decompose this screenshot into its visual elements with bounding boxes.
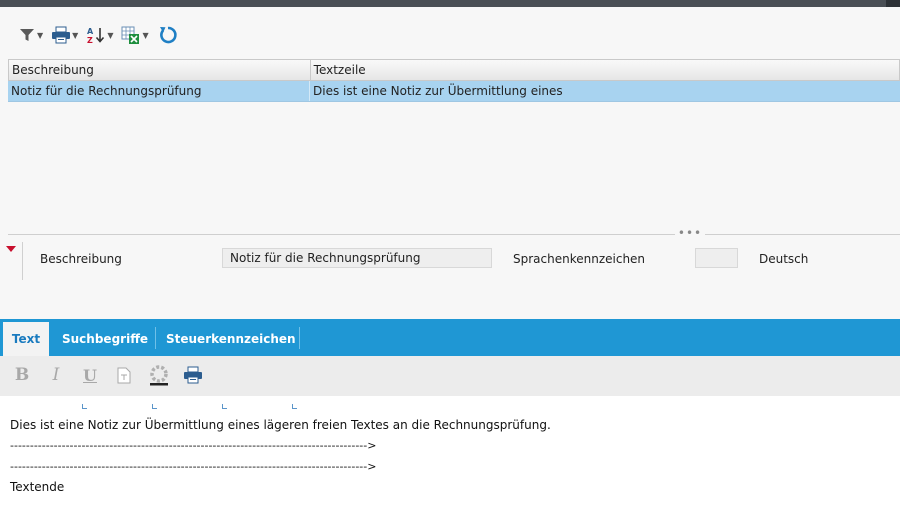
color-icon (150, 365, 168, 386)
tab-steuerkennzeichen[interactable]: Steuerkennzeichen (166, 322, 296, 356)
tab-stop-icon (82, 404, 87, 409)
column-header-textzeile[interactable]: Textzeile (311, 60, 900, 80)
text-editor[interactable]: Dies ist eine Notiz zur Übermittlung ein… (0, 396, 900, 524)
underline-button[interactable]: U (80, 364, 100, 386)
editor-print-button[interactable] (182, 364, 204, 386)
format-button[interactable] (114, 364, 134, 386)
print-button[interactable]: ▼ (49, 23, 80, 47)
form-divider (22, 242, 23, 280)
editor-line: Dies ist eine Notiz zur Übermittlung ein… (10, 418, 551, 432)
refresh-button[interactable] (155, 23, 181, 47)
svg-text:Z: Z (87, 36, 93, 45)
italic-button[interactable]: I (46, 364, 66, 386)
splitter-line (8, 234, 900, 235)
tab-text[interactable]: Text (3, 322, 49, 356)
tab-suchbegriffe[interactable]: Suchbegriffe (62, 322, 148, 356)
column-header-beschreibung[interactable]: Beschreibung (9, 60, 311, 80)
cell-beschreibung: Notiz für die Rechnungsprüfung (8, 81, 310, 101)
chevron-down-icon: ▼ (142, 30, 149, 40)
tab-stop-icon (292, 404, 297, 409)
tab-separator (299, 327, 300, 349)
editor-line: Textende (10, 480, 65, 494)
filter-button[interactable]: ▼ (16, 23, 45, 47)
cell-textzeile: Dies ist eine Notiz zur Übermittlung ein… (313, 84, 563, 98)
sprache-description: Deutsch (759, 252, 809, 266)
table-header: Beschreibung Textzeile (8, 59, 900, 81)
bold-button[interactable]: B (12, 364, 32, 386)
svg-text:A: A (87, 27, 94, 36)
table-row[interactable]: Notiz für die Rechnungsprüfung Dies ist … (8, 81, 900, 102)
chevron-down-icon: ▼ (37, 30, 44, 40)
window-corner (886, 0, 900, 7)
pane-splitter[interactable]: ••• (0, 227, 900, 240)
notes-table: Beschreibung Textzeile Notiz für die Rec… (8, 59, 900, 102)
chevron-down-icon: ▼ (107, 30, 114, 40)
export-button[interactable]: ▼ (119, 23, 150, 47)
splitter-handle-icon[interactable]: ••• (675, 227, 705, 240)
collapse-toggle-icon[interactable] (6, 246, 16, 252)
sprachenkennzeichen-field[interactable] (695, 248, 738, 268)
tab-stop-icon (152, 404, 157, 409)
print-icon (184, 366, 202, 384)
sort-button[interactable]: A Z ▼ (84, 23, 115, 47)
export-excel-icon (121, 26, 140, 44)
tab-separator (155, 327, 156, 349)
sort-ascending-icon: A Z (87, 27, 105, 45)
grid-toolbar: ▼ ▼ A Z ▼ ▼ (16, 22, 181, 48)
format-icon (117, 367, 131, 383)
editor-line: ----------------------------------------… (10, 439, 377, 452)
editor-line: ----------------------------------------… (10, 460, 377, 473)
chevron-down-icon: ▼ (72, 30, 79, 40)
filter-icon (20, 29, 34, 41)
sprachenkennzeichen-label: Sprachenkennzeichen (513, 252, 646, 266)
beschreibung-label: Beschreibung (40, 252, 122, 266)
tab-stop-icon (222, 404, 227, 409)
print-icon (52, 26, 71, 44)
beschreibung-field[interactable]: Notiz für die Rechnungsprüfung (222, 248, 492, 268)
editor-toolbar: B I U (0, 356, 900, 396)
window-top-bar (0, 0, 900, 7)
tab-bar: Text Suchbegriffe Steuerkennzeichen (0, 319, 900, 356)
refresh-icon (159, 26, 177, 44)
color-button[interactable] (146, 364, 172, 386)
